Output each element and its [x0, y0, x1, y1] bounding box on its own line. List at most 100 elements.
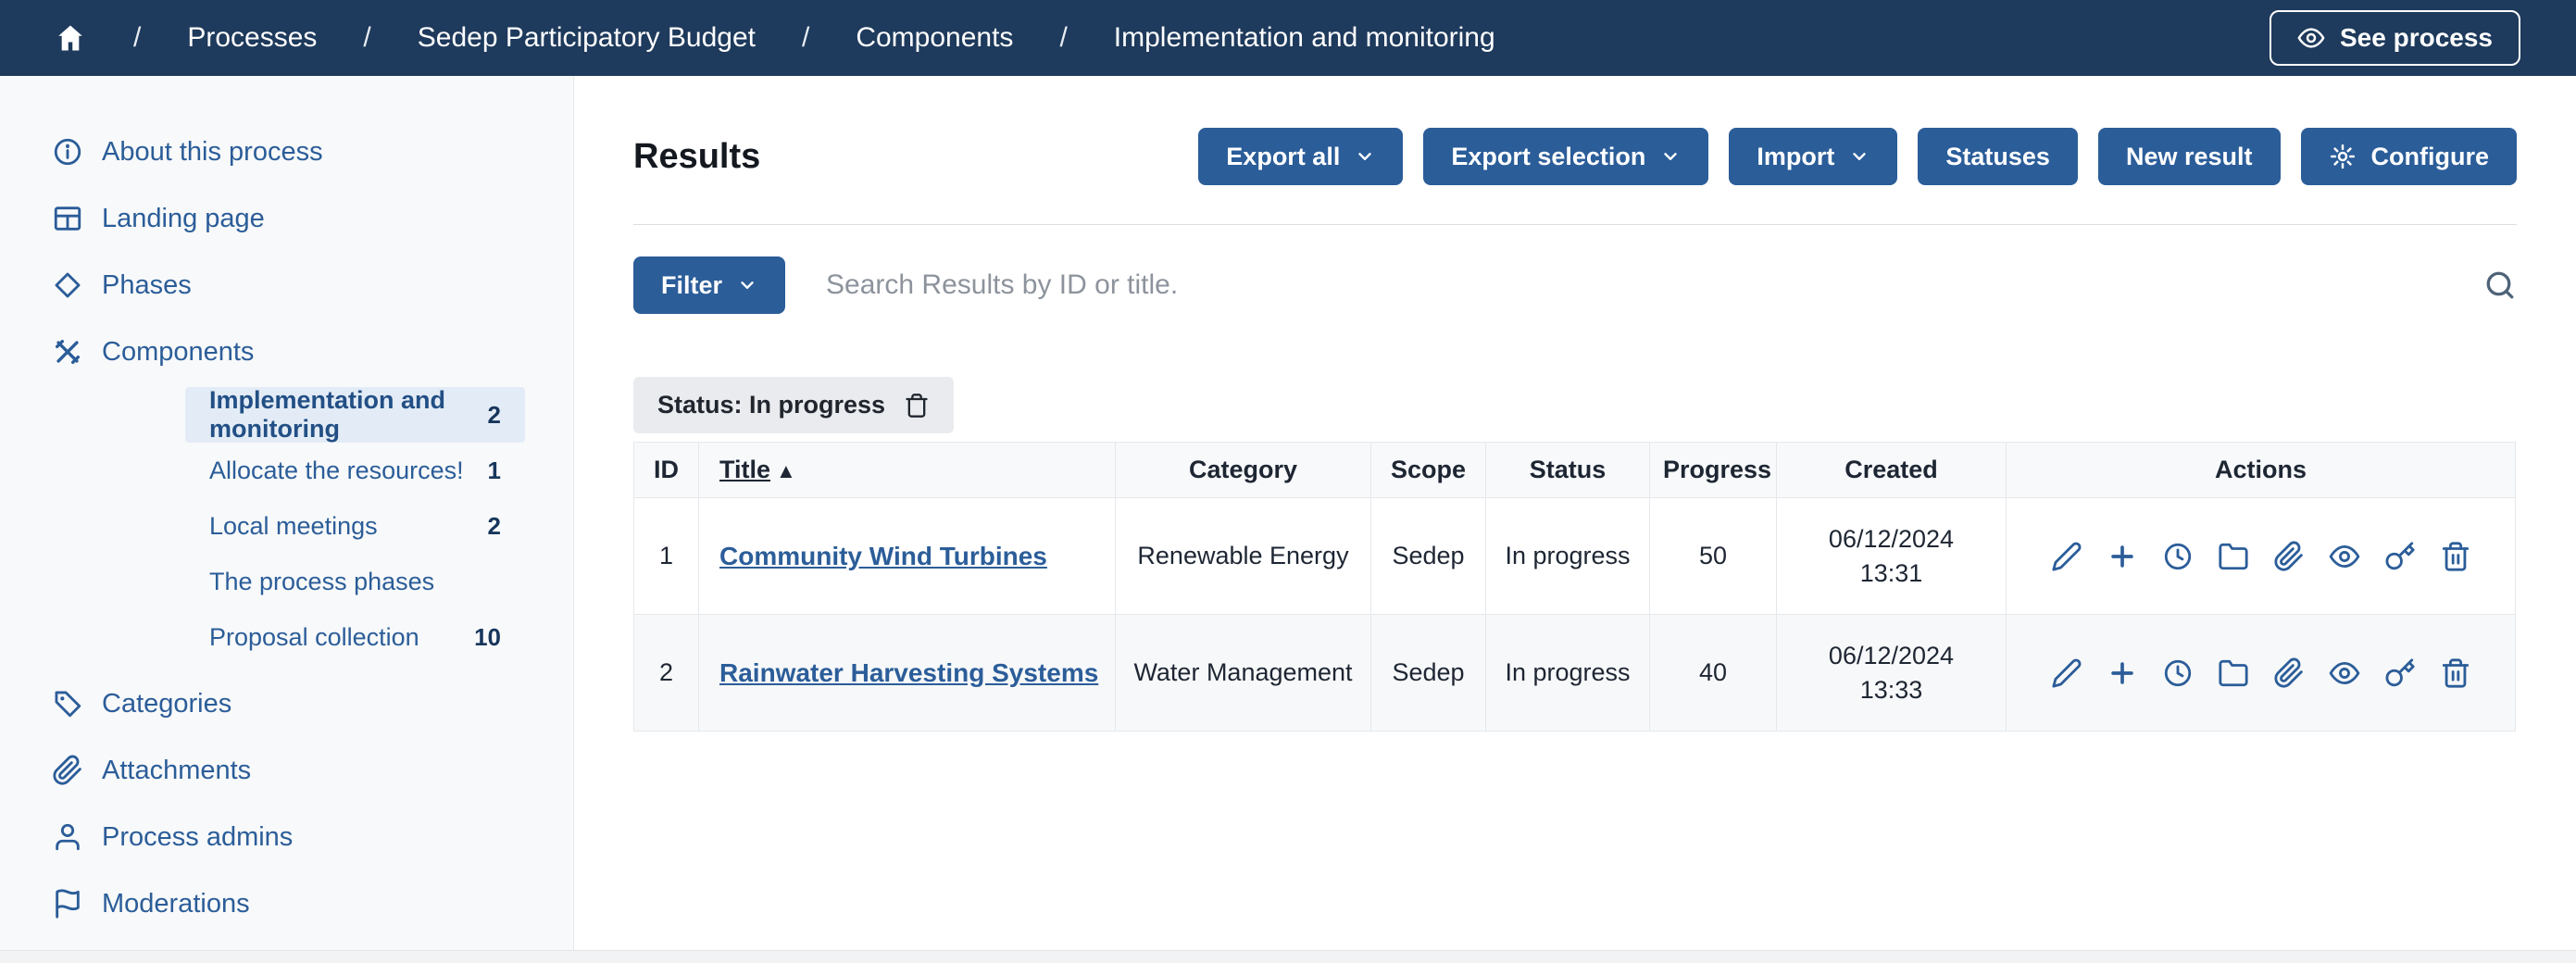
paperclip-icon[interactable]: [2273, 541, 2305, 572]
count-badge: 1: [488, 456, 501, 485]
components-subnav: Implementation and monitoring 2 Allocate…: [0, 385, 573, 670]
search-icon[interactable]: [2483, 269, 2517, 302]
flag-icon: [52, 888, 83, 919]
cell-progress: 50: [1650, 498, 1777, 615]
sidebar-item-phases[interactable]: Phases: [0, 252, 573, 319]
paperclip-icon[interactable]: [2273, 657, 2305, 689]
plus-icon[interactable]: [2107, 541, 2138, 572]
count-badge: 2: [488, 401, 501, 430]
footer-strip: [0, 950, 2576, 963]
sidebar-subitem-implementation-monitoring[interactable]: Implementation and monitoring 2: [185, 387, 525, 443]
eye-icon[interactable]: [2329, 541, 2360, 572]
table-row: 1 Community Wind Turbines Renewable Ener…: [634, 498, 2516, 615]
table-header-row: ID Title▲ Category Scope Status Progress…: [634, 443, 2516, 498]
eye-icon: [2297, 24, 2325, 52]
export-all-button[interactable]: Export all: [1198, 128, 1403, 185]
cell-title: Community Wind Turbines: [699, 498, 1116, 615]
see-process-button[interactable]: See process: [2270, 10, 2520, 66]
sidebar-item-landing-page[interactable]: Landing page: [0, 185, 573, 252]
cell-created: 06/12/2024 13:33: [1777, 615, 2007, 732]
results-table: ID Title▲ Category Scope Status Progress…: [633, 442, 2516, 732]
cell-id: 2: [634, 615, 699, 732]
export-selection-button[interactable]: Export selection: [1423, 128, 1708, 185]
cell-category: Renewable Energy: [1116, 498, 1371, 615]
col-header-id: ID: [634, 443, 699, 498]
sidebar-item-process-admins[interactable]: Process admins: [0, 804, 573, 870]
chevron-down-icon: [737, 275, 757, 295]
sidebar-item-attachments[interactable]: Attachments: [0, 737, 573, 804]
cell-title: Rainwater Harvesting Systems: [699, 615, 1116, 732]
cell-actions: [2007, 498, 2516, 615]
cell-scope: Sedep: [1371, 498, 1486, 615]
tag-icon: [52, 688, 83, 719]
sidebar-subitem-proposal-collection[interactable]: Proposal collection 10: [185, 609, 525, 665]
cell-scope: Sedep: [1371, 615, 1486, 732]
phases-icon: [52, 269, 83, 301]
gear-icon: [2329, 143, 2357, 170]
clock-icon[interactable]: [2162, 541, 2194, 572]
configure-button[interactable]: Configure: [2301, 128, 2518, 185]
trash-icon[interactable]: [2440, 541, 2471, 572]
sidebar-item-about[interactable]: About this process: [0, 119, 573, 185]
result-title-link[interactable]: Rainwater Harvesting Systems: [719, 658, 1098, 687]
new-result-button[interactable]: New result: [2098, 128, 2281, 185]
filter-button[interactable]: Filter: [633, 256, 785, 314]
breadcrumb-components[interactable]: Components: [856, 22, 1013, 54]
search-input[interactable]: [826, 269, 2443, 301]
sidebar-subitem-local-meetings[interactable]: Local meetings 2: [185, 498, 525, 554]
paperclip-icon: [52, 755, 83, 786]
chevron-down-icon: [1849, 146, 1869, 167]
col-header-progress: Progress: [1650, 443, 1777, 498]
eye-icon[interactable]: [2329, 657, 2360, 689]
clock-icon[interactable]: [2162, 657, 2194, 689]
remove-filter-trash-icon[interactable]: [904, 393, 930, 419]
cell-status: In progress: [1486, 498, 1650, 615]
edit-icon[interactable]: [2051, 657, 2082, 689]
breadcrumb-separator: /: [133, 22, 141, 54]
sidebar: About this process Landing page Phases C…: [0, 76, 574, 950]
sidebar-item-categories[interactable]: Categories: [0, 670, 573, 737]
divider: [633, 224, 2517, 225]
col-header-actions: Actions: [2007, 443, 2516, 498]
folder-icon[interactable]: [2218, 657, 2249, 689]
cell-category: Water Management: [1116, 615, 1371, 732]
breadcrumb-current[interactable]: Implementation and monitoring: [1114, 22, 1495, 54]
breadcrumb-separator: /: [363, 22, 370, 54]
sidebar-subitem-process-phases[interactable]: The process phases: [185, 554, 525, 609]
chevron-down-icon: [1355, 146, 1375, 167]
topbar: / Processes / Sedep Participatory Budget…: [0, 0, 2576, 76]
cell-progress: 40: [1650, 615, 1777, 732]
breadcrumb-processes[interactable]: Processes: [187, 22, 317, 54]
col-header-title-sort[interactable]: Title▲: [699, 443, 1116, 498]
tools-icon: [52, 336, 83, 368]
sidebar-item-moderations[interactable]: Moderations: [0, 870, 573, 937]
filter-chip-status: Status: In progress: [633, 377, 954, 433]
main-content: Results Export all Export selection Impo…: [574, 76, 2576, 950]
toolbar: Export all Export selection Import Statu…: [1198, 128, 2517, 185]
home-icon[interactable]: [54, 21, 87, 55]
breadcrumb-process-name[interactable]: Sedep Participatory Budget: [418, 22, 756, 54]
cell-status: In progress: [1486, 615, 1650, 732]
count-badge: 10: [474, 623, 501, 652]
info-icon: [52, 136, 83, 168]
edit-icon[interactable]: [2051, 541, 2082, 572]
breadcrumb-separator: /: [802, 22, 809, 54]
col-header-category: Category: [1116, 443, 1371, 498]
trash-icon[interactable]: [2440, 657, 2471, 689]
result-title-link[interactable]: Community Wind Turbines: [719, 542, 1047, 570]
key-icon[interactable]: [2384, 657, 2416, 689]
cell-id: 1: [634, 498, 699, 615]
chevron-down-icon: [1660, 146, 1681, 167]
folder-icon[interactable]: [2218, 541, 2249, 572]
sidebar-item-components[interactable]: Components: [0, 319, 573, 385]
import-button[interactable]: Import: [1729, 128, 1897, 185]
sidebar-subitem-allocate-resources[interactable]: Allocate the resources! 1: [185, 443, 525, 498]
breadcrumb-separator: /: [1059, 22, 1067, 54]
person-icon: [52, 821, 83, 853]
cell-actions: [2007, 615, 2516, 732]
sort-asc-icon: ▲: [776, 459, 796, 482]
plus-icon[interactable]: [2107, 657, 2138, 689]
col-header-status: Status: [1486, 443, 1650, 498]
key-icon[interactable]: [2384, 541, 2416, 572]
statuses-button[interactable]: Statuses: [1918, 128, 2078, 185]
